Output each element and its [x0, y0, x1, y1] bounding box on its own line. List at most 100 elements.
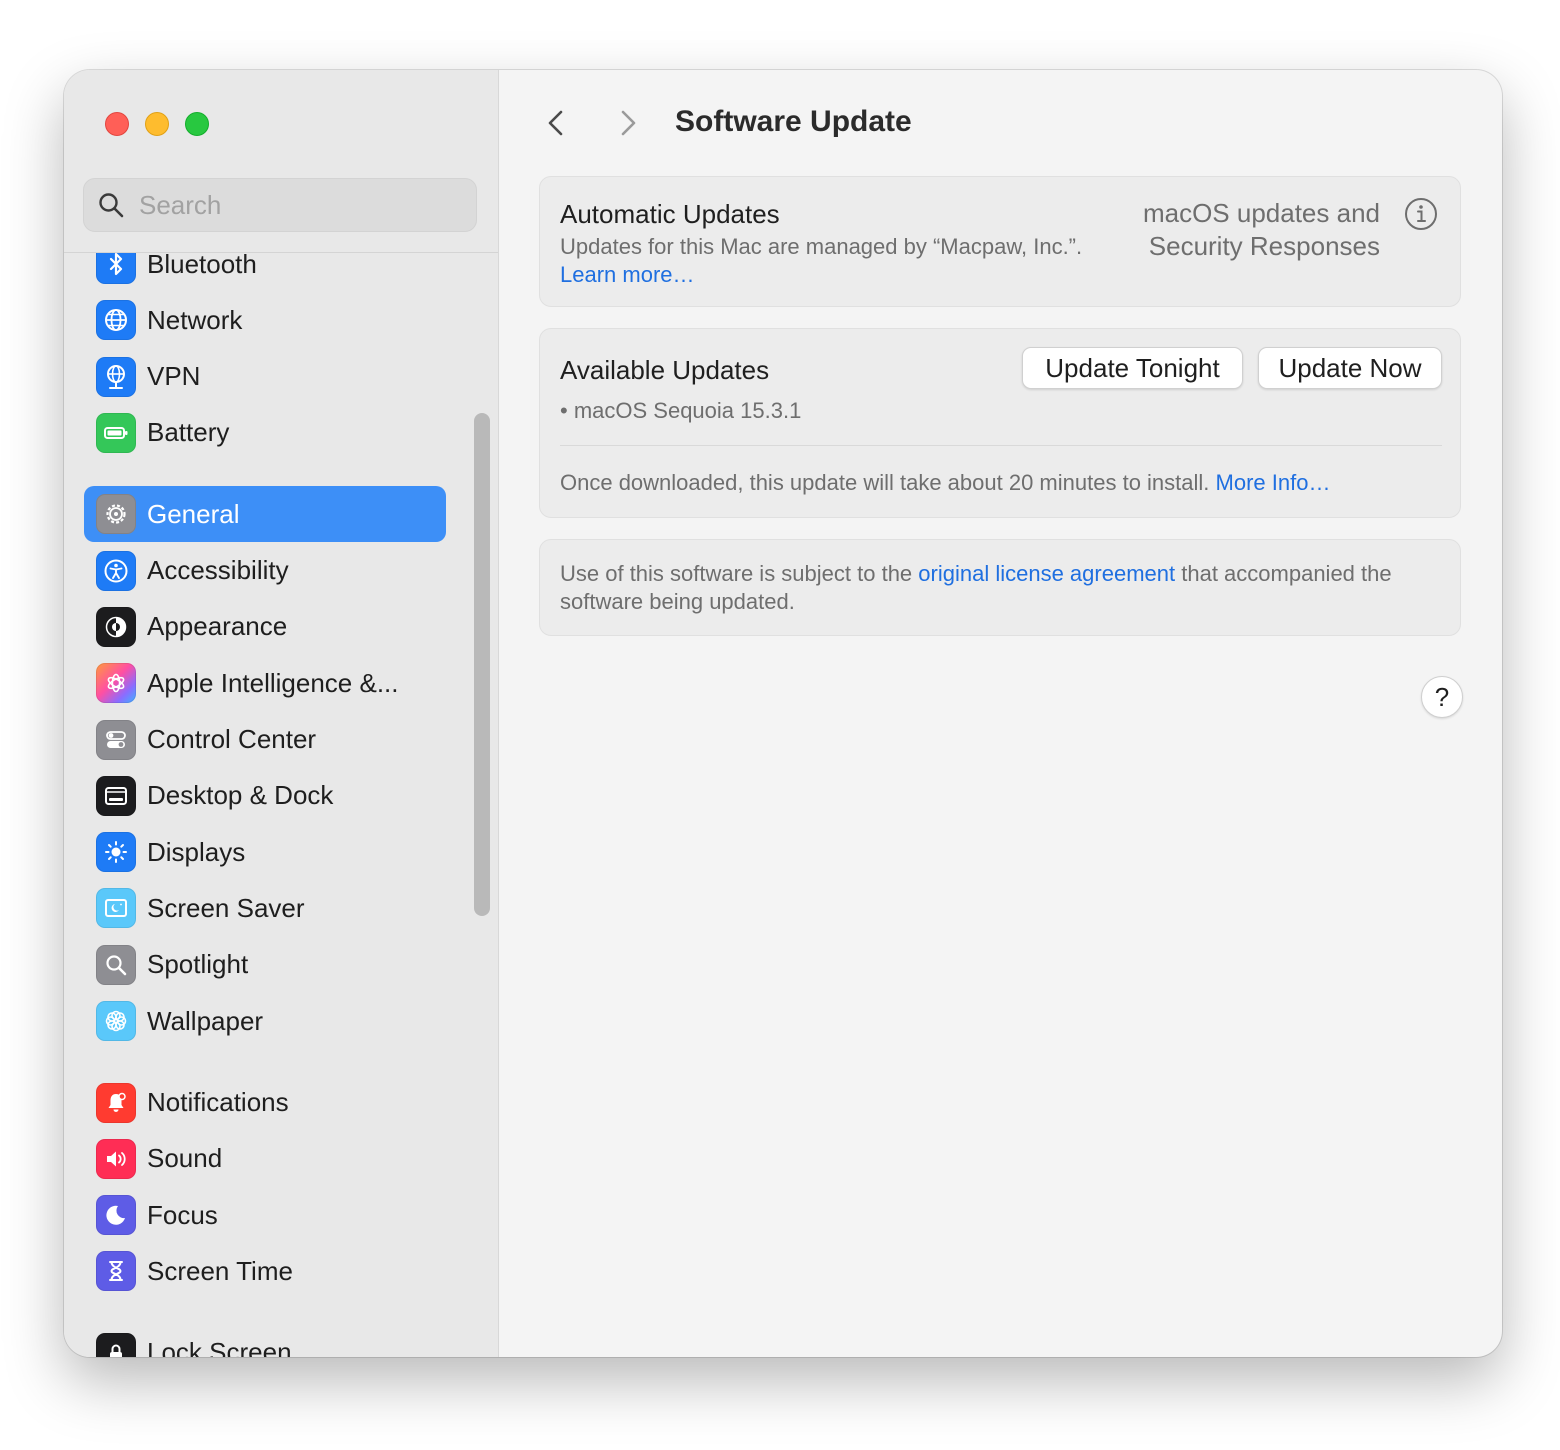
sidebar-item-sound[interactable]: Sound — [84, 1131, 446, 1187]
toggles-icon — [96, 720, 136, 760]
sun-icon — [96, 832, 136, 872]
search-input[interactable] — [137, 189, 461, 222]
sidebar-item-wallpaper[interactable]: Wallpaper — [84, 993, 446, 1049]
sidebar-item-control-center[interactable]: Control Center — [84, 712, 446, 768]
main-pane: Software Update Automatic Updates Update… — [499, 70, 1502, 1357]
sidebar-item-notifications[interactable]: Notifications — [84, 1075, 446, 1131]
sidebar-item-label: Sound — [147, 1143, 222, 1174]
sidebar-item-focus[interactable]: Focus — [84, 1187, 446, 1243]
automatic-updates-title: Automatic Updates — [560, 199, 780, 230]
sidebar-item-label: Displays — [147, 837, 245, 868]
gear-icon — [96, 494, 136, 534]
sidebar-item-vpn[interactable]: VPN — [84, 349, 446, 405]
license-text: Use of this software is subject to the o… — [560, 560, 1440, 616]
chevron-left-icon — [542, 108, 572, 138]
apple-intelligence-icon — [96, 663, 136, 703]
bluetooth-icon — [96, 253, 136, 284]
dock-icon — [96, 776, 136, 816]
close-window-button[interactable] — [105, 112, 129, 136]
automatic-updates-status[interactable]: macOS updates and Security Responses — [1143, 197, 1380, 263]
sidebar-item-label: Apple Intelligence &... — [147, 668, 399, 699]
bullet: • — [560, 398, 568, 423]
sidebar-item-lock-screen[interactable]: Lock Screen — [84, 1325, 446, 1357]
license-card: Use of this software is subject to the o… — [539, 539, 1461, 636]
moon-icon — [96, 1195, 136, 1235]
forward-button[interactable] — [610, 106, 644, 140]
sidebar-item-appearance[interactable]: Appearance — [84, 599, 446, 655]
lock-icon — [96, 1333, 136, 1357]
sidebar-item-general[interactable]: General — [84, 486, 446, 542]
bell-icon — [96, 1083, 136, 1123]
update-list-item: • macOS Sequoia 15.3.1 — [560, 397, 801, 425]
zoom-window-button[interactable] — [185, 112, 209, 136]
update-name: macOS Sequoia 15.3.1 — [574, 398, 801, 423]
flower-icon — [96, 1001, 136, 1041]
sidebar-item-screen-saver[interactable]: Screen Saver — [84, 880, 446, 936]
more-info-link[interactable]: More Info… — [1216, 470, 1331, 495]
minimize-window-button[interactable] — [145, 112, 169, 136]
sidebar-item-label: Screen Saver — [147, 893, 305, 924]
globe-icon — [96, 300, 136, 340]
sidebar-item-label: Bluetooth — [147, 253, 257, 280]
screen-saver-icon — [96, 888, 136, 928]
sidebar-item-label: General — [147, 499, 240, 530]
learn-more-link[interactable]: Learn more… — [560, 262, 695, 287]
install-note-text: Once downloaded, this update will take a… — [560, 470, 1209, 495]
sidebar-scroll-area: Bluetooth Network VPN — [64, 253, 498, 1357]
available-updates-card: Available Updates Update Tonight Update … — [539, 328, 1461, 518]
info-icon[interactable] — [1404, 197, 1438, 231]
magnifier-icon — [96, 945, 136, 985]
sidebar-item-label: Wallpaper — [147, 1006, 263, 1037]
sidebar-scrollbar[interactable] — [474, 413, 490, 916]
update-tonight-button[interactable]: Update Tonight — [1022, 347, 1243, 389]
sidebar-item-label: Spotlight — [147, 949, 248, 980]
sidebar-item-label: Control Center — [147, 724, 316, 755]
sidebar-item-bluetooth[interactable]: Bluetooth — [84, 253, 446, 292]
search-field[interactable] — [83, 178, 477, 232]
automatic-updates-card: Automatic Updates Updates for this Mac a… — [539, 176, 1461, 307]
sidebar-item-label: Accessibility — [147, 555, 289, 586]
sidebar-list: Bluetooth Network VPN — [84, 253, 446, 1357]
automatic-updates-description: Updates for this Mac are managed by “Mac… — [560, 233, 1100, 289]
sidebar-item-label: Battery — [147, 417, 229, 448]
page-title: Software Update — [675, 105, 912, 139]
status-line-1: macOS updates and — [1143, 197, 1380, 230]
license-prefix: Use of this software is subject to the — [560, 561, 912, 586]
sidebar-item-label: Focus — [147, 1200, 218, 1231]
battery-icon — [96, 413, 136, 453]
sidebar-item-label: Notifications — [147, 1087, 289, 1118]
vpn-globe-icon — [96, 357, 136, 397]
chevron-right-icon — [612, 108, 642, 138]
speaker-icon — [96, 1139, 136, 1179]
card-divider — [560, 445, 1442, 446]
sidebar-item-label: Screen Time — [147, 1256, 293, 1287]
available-updates-title: Available Updates — [560, 355, 769, 386]
license-agreement-link[interactable]: original license agreement — [918, 561, 1175, 586]
sidebar-item-label: VPN — [147, 361, 200, 392]
sidebar-item-label: Appearance — [147, 611, 287, 642]
sidebar-item-screen-time[interactable]: Screen Time — [84, 1243, 446, 1299]
sidebar: Bluetooth Network VPN — [64, 70, 499, 1357]
update-now-button[interactable]: Update Now — [1258, 347, 1442, 389]
help-button[interactable]: ? — [1421, 676, 1463, 718]
sidebar-item-label: Network — [147, 305, 242, 336]
sidebar-item-desktop-dock[interactable]: Desktop & Dock — [84, 768, 446, 824]
sidebar-item-label: Desktop & Dock — [147, 780, 333, 811]
sidebar-item-spotlight[interactable]: Spotlight — [84, 937, 446, 993]
managed-by-text: Updates for this Mac are managed by “Mac… — [560, 234, 1082, 259]
sidebar-item-network[interactable]: Network — [84, 292, 446, 348]
status-line-2: Security Responses — [1143, 230, 1380, 263]
search-icon — [97, 191, 125, 219]
window-controls — [105, 112, 209, 136]
sidebar-item-displays[interactable]: Displays — [84, 824, 446, 880]
install-note: Once downloaded, this update will take a… — [560, 469, 1330, 497]
sidebar-item-apple-intelligence[interactable]: Apple Intelligence &... — [84, 655, 446, 711]
back-button[interactable] — [540, 106, 574, 140]
hourglass-icon — [96, 1251, 136, 1291]
settings-window: Bluetooth Network VPN — [64, 70, 1502, 1357]
sidebar-item-battery[interactable]: Battery — [84, 405, 446, 461]
sidebar-item-label: Lock Screen — [147, 1337, 292, 1357]
accessibility-icon — [96, 551, 136, 591]
sidebar-item-accessibility[interactable]: Accessibility — [84, 543, 446, 599]
appearance-icon — [96, 607, 136, 647]
